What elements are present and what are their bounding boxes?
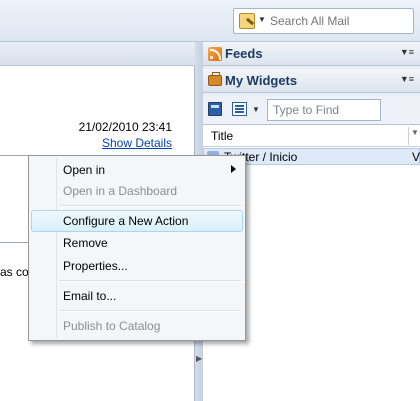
- menu-item-label: Open in a Dashboard: [63, 184, 178, 198]
- chevron-down-icon[interactable]: ▼: [258, 15, 266, 24]
- chevron-down-icon[interactable]: ▼: [252, 105, 260, 114]
- widgets-header[interactable]: My Widgets ▼≡: [203, 69, 420, 93]
- menu-item-label: Publish to Catalog: [63, 319, 161, 333]
- menu-separator: [59, 280, 241, 282]
- column-divider[interactable]: [408, 127, 409, 145]
- menu-item-open-in-dashboard: Open in a Dashboard: [31, 180, 243, 202]
- feeds-header[interactable]: Feeds ▼≡: [203, 42, 420, 66]
- menu-item-label: Open in: [63, 163, 106, 177]
- rss-icon: [208, 47, 222, 61]
- list-item-col2: V: [412, 150, 420, 164]
- menu-item-publish-to-catalog: Publish to Catalog: [31, 315, 243, 337]
- top-toolbar: ▼: [0, 0, 420, 42]
- search-scope-icon[interactable]: [239, 13, 255, 29]
- save-icon[interactable]: [208, 102, 222, 116]
- submenu-arrow-icon: [231, 165, 236, 173]
- message-body-text: as co: [0, 265, 29, 279]
- feeds-title: Feeds: [225, 46, 263, 61]
- menu-item-label: Configure a New Action: [63, 214, 189, 228]
- menu-item-label: Properties...: [63, 259, 128, 273]
- menu-separator: [59, 205, 241, 207]
- context-menu: Open in Open in a Dashboard Configure a …: [28, 155, 246, 341]
- column-header[interactable]: Title ▼: [203, 125, 420, 147]
- message-date: 21/02/2010 23:41: [78, 120, 172, 134]
- collapse-arrow-icon[interactable]: ▶: [196, 354, 202, 363]
- briefcase-icon: [208, 72, 222, 86]
- menu-item-email-to[interactable]: Email to...: [31, 285, 243, 307]
- menu-item-remove[interactable]: Remove: [31, 232, 243, 254]
- menu-item-configure-new-action[interactable]: Configure a New Action: [31, 210, 243, 232]
- search-input[interactable]: [270, 13, 410, 29]
- panel-menu-icon[interactable]: ▼≡: [400, 74, 414, 84]
- menu-item-label: Email to...: [63, 289, 117, 303]
- menu-item-open-in[interactable]: Open in: [31, 159, 243, 181]
- find-input[interactable]: [267, 99, 381, 121]
- view-list-icon[interactable]: [232, 102, 247, 116]
- menu-item-label: Remove: [63, 236, 108, 250]
- chevron-down-icon[interactable]: ▼: [411, 128, 419, 137]
- mail-pane-header: [0, 42, 195, 66]
- show-details-link[interactable]: Show Details: [102, 136, 172, 150]
- search-box[interactable]: ▼: [233, 8, 414, 34]
- menu-item-properties[interactable]: Properties...: [31, 255, 243, 277]
- widgets-toolbar: ▼: [203, 96, 420, 124]
- panel-menu-icon[interactable]: ▼≡: [400, 47, 414, 57]
- widgets-title: My Widgets: [225, 73, 298, 88]
- menu-separator: [59, 310, 241, 312]
- column-title: Title: [211, 129, 234, 143]
